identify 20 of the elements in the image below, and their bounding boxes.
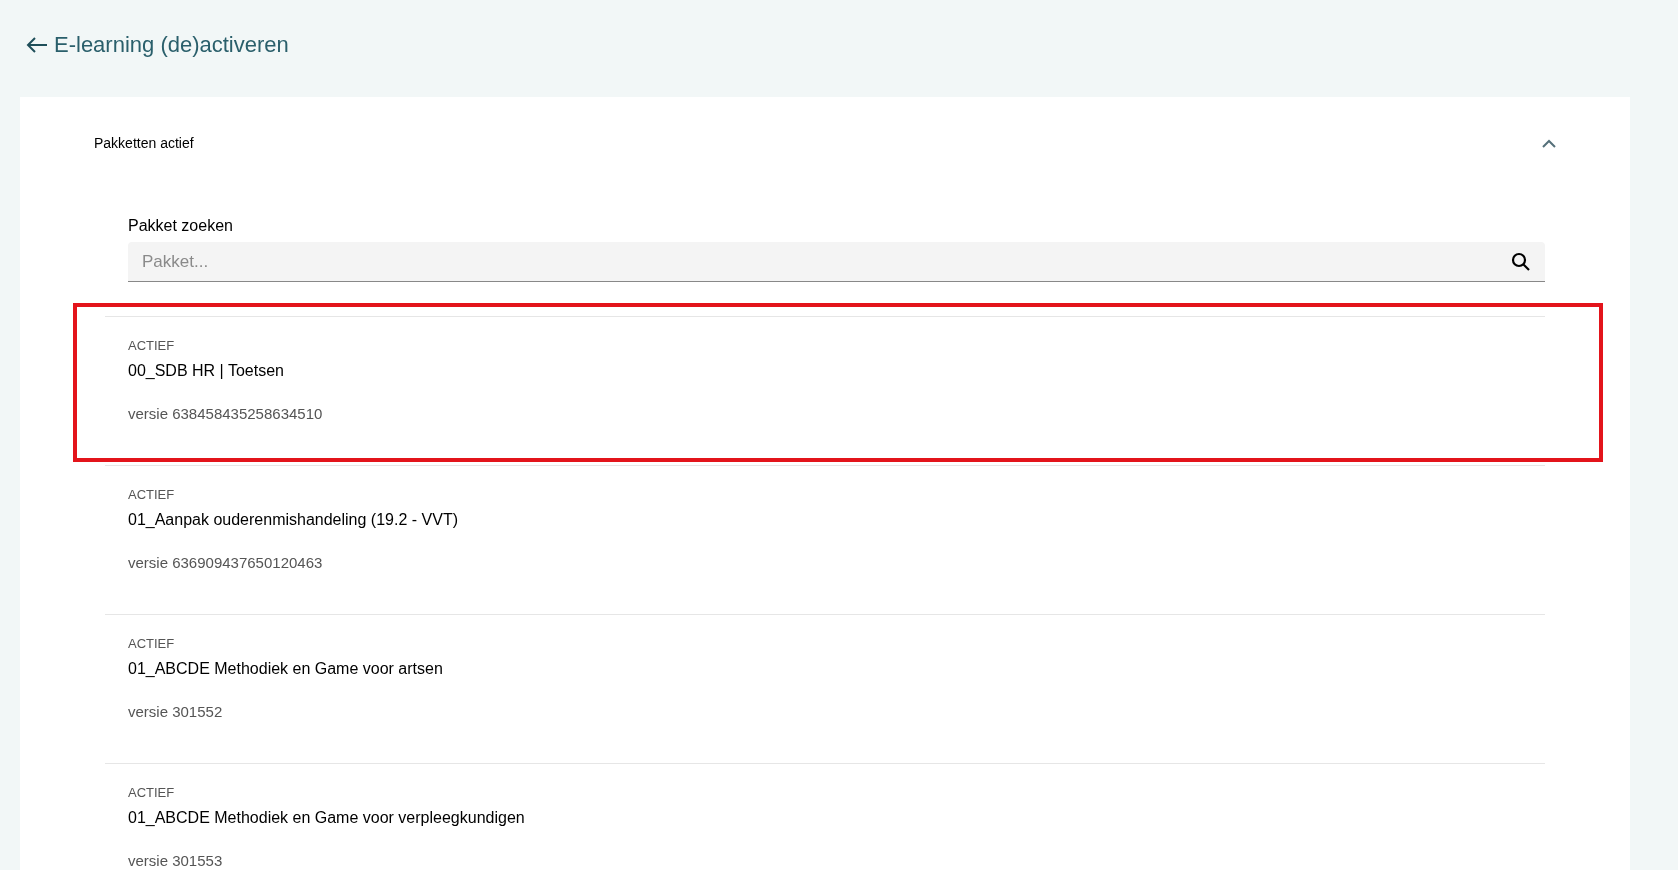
- package-name[interactable]: 01_ABCDE Methodiek en Game voor verpleegkundigen: [128, 806, 1545, 830]
- status-label: ACTIEF: [128, 486, 176, 504]
- package-row[interactable]: ACTIEF 00_SDB HR | Toetsen versie 638458435258634510: [73, 303, 1603, 462]
- package-version: versie 638458435258634510: [128, 404, 324, 424]
- search-field[interactable]: Pakket...: [128, 242, 1545, 282]
- package-name[interactable]: 00_SDB HR | Toetsen: [128, 359, 1545, 383]
- status-label: ACTIEF: [128, 635, 176, 653]
- package-version: versie 301553: [128, 851, 224, 870]
- status-label: ACTIEF: [128, 337, 176, 355]
- package-version: versie 301552: [128, 702, 224, 722]
- back-arrow-icon[interactable]: [26, 36, 48, 54]
- page-title: E-learning (de)activeren: [54, 31, 289, 59]
- package-name[interactable]: 01_ABCDE Methodiek en Game voor artsen: [128, 657, 1545, 681]
- section-title: Pakketten actief: [94, 134, 194, 153]
- chevron-icon[interactable]: [1542, 139, 1556, 148]
- search-icon[interactable]: [1511, 252, 1531, 272]
- package-name[interactable]: 01_Aanpak ouderenmishandeling (19.2 - VVT): [128, 508, 1545, 532]
- search-label: Pakket zoeken: [128, 216, 234, 236]
- package-version: versie 636909437650120463: [128, 553, 324, 573]
- status-label: ACTIEF: [128, 784, 176, 802]
